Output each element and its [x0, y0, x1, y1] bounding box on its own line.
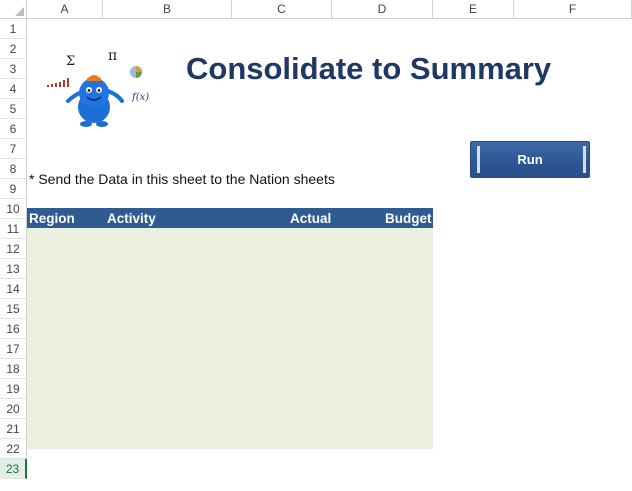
select-all-triangle-icon [15, 7, 24, 16]
row-header-16[interactable]: 16 [0, 319, 27, 339]
instruction-note: * Send the Data in this sheet to the Nat… [29, 171, 335, 187]
blue-mascot [66, 75, 124, 127]
row-header-12[interactable]: 12 [0, 239, 27, 259]
header-actual: Actual [290, 211, 332, 226]
row-header-22[interactable]: 22 [0, 439, 27, 459]
column-header-d[interactable]: D [332, 0, 433, 19]
row-header-18[interactable]: 18 [0, 359, 27, 379]
column-headers: A B C D E F [27, 0, 632, 19]
pie-chart-icon [130, 66, 142, 78]
row-header-5[interactable]: 5 [0, 99, 27, 119]
button-edge-left [477, 146, 480, 173]
row-header-9[interactable]: 9 [0, 179, 27, 199]
row-header-3[interactable]: 3 [0, 59, 27, 79]
row-header-13[interactable]: 13 [0, 259, 27, 279]
column-header-c[interactable]: C [232, 0, 332, 19]
column-header-a[interactable]: A [27, 0, 103, 19]
row-header-4[interactable]: 4 [0, 79, 27, 99]
row-header-20[interactable]: 20 [0, 399, 27, 419]
page-title: Consolidate to Summary [186, 51, 552, 86]
pi-symbol: π [108, 48, 117, 64]
fx-symbol: f(x) [131, 92, 149, 103]
column-header-e[interactable]: E [433, 0, 514, 19]
row-header-19[interactable]: 19 [0, 379, 27, 399]
row-header-7[interactable]: 7 [0, 139, 27, 159]
row-header-17[interactable]: 17 [0, 339, 27, 359]
row-header-1[interactable]: 1 [0, 19, 27, 39]
header-activity: Activity [107, 211, 156, 226]
row-header-10[interactable]: 10 [0, 199, 27, 219]
row-header-21[interactable]: 21 [0, 419, 27, 439]
button-edge-right [583, 146, 586, 173]
column-header-b[interactable]: B [103, 0, 232, 19]
header-budget: Budget [385, 211, 432, 226]
column-header-f[interactable]: F [514, 0, 632, 19]
sigma-symbol: Σ [66, 54, 75, 69]
row-header-14[interactable]: 14 [0, 279, 27, 299]
header-region: Region [29, 211, 75, 226]
row-header-11[interactable]: 11 [0, 219, 27, 239]
row-header-8[interactable]: 8 [0, 159, 27, 179]
row-header-23[interactable]: 23 [0, 459, 27, 479]
run-button[interactable]: Run [470, 141, 590, 178]
run-button-label: Run [517, 152, 543, 167]
select-all-corner[interactable] [0, 0, 27, 19]
table-header-row[interactable]: Region Activity Actual Budget [27, 208, 433, 228]
row-header-15[interactable]: 15 [0, 299, 27, 319]
math-mascot-logo-icon: Σ π f(x) [47, 48, 149, 127]
data-table-body[interactable] [27, 228, 433, 449]
row-header-2[interactable]: 2 [0, 39, 27, 59]
bar-chart-icon [47, 78, 69, 87]
row-header-6[interactable]: 6 [0, 119, 27, 139]
